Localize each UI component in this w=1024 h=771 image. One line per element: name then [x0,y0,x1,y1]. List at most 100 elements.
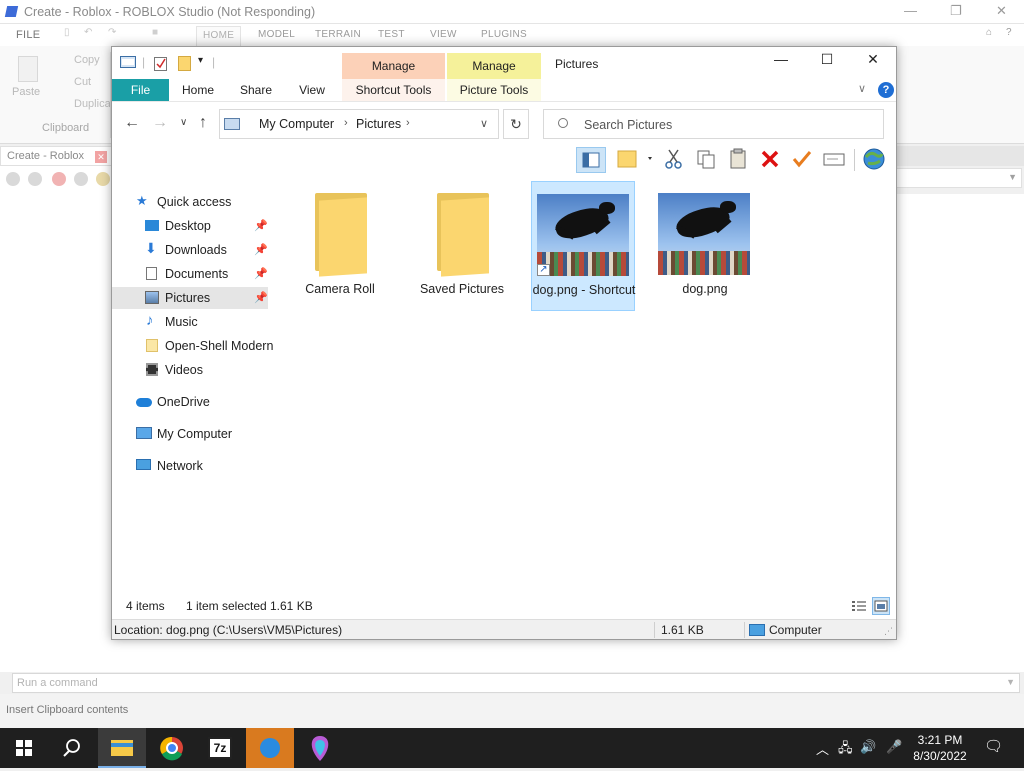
nav-music[interactable]: ♪ Music [112,311,268,333]
details-view-button[interactable] [850,597,868,615]
preview-pane-button[interactable] [576,147,606,173]
studio-right-combo[interactable]: ▼ [896,168,1022,188]
notifications-icon[interactable]: 🗨 [984,737,1003,755]
folder-saved-pictures[interactable]: Saved Pictures [410,181,514,311]
breadcrumb-my-computer[interactable]: My Computer [259,117,334,131]
command-input[interactable]: Run a command [17,677,98,689]
resize-grip-icon[interactable]: ⋰ [884,626,893,637]
breadcrumb-pictures[interactable]: Pictures [356,117,401,131]
pin-icon-2[interactable]: 📌 [254,243,268,256]
network-tray-icon[interactable]: 🖧 [838,739,853,761]
tab-shortcut-tools[interactable]: Shortcut Tools [342,79,445,101]
roblox-studio-taskbar-button[interactable] [246,728,294,768]
large-icons-view-button[interactable] [872,597,890,615]
manage-shortcut-header[interactable]: Manage [342,53,445,79]
menu-model[interactable]: MODEL [258,29,295,40]
back-circle-icon[interactable] [6,172,20,186]
copy-button[interactable] [692,147,722,173]
expand-ribbon-icon[interactable]: ∨ [858,82,866,95]
nav-pictures[interactable]: Pictures 📌 [112,287,268,309]
stop-circle-icon[interactable] [52,172,66,186]
nav-onedrive[interactable]: OneDrive [112,391,268,413]
paste-icon[interactable] [18,56,38,82]
tab-file[interactable]: File [112,79,169,101]
pin-icon[interactable]: 📌 [254,219,268,232]
recent-locations-icon[interactable]: ∨ [180,117,187,128]
network-button[interactable] [860,147,890,173]
nav-desktop[interactable]: Desktop 📌 [112,215,268,237]
explorer-app-icon[interactable] [120,56,136,70]
doc-tab-close-icon[interactable]: ✕ [95,151,107,163]
new-file-icon[interactable]: ▯ [64,27,70,38]
forward-circle-icon[interactable] [28,172,42,186]
command-bar[interactable]: Run a command ▼ [12,673,1020,693]
pin-icon-3[interactable]: 📌 [254,267,268,280]
file-dog-shortcut[interactable]: ↗ dog.png - Shortcut [531,181,635,311]
nav-open-shell[interactable]: Open-Shell Modern [112,335,273,357]
address-bar[interactable]: My Computer › Pictures › ∨ [219,109,499,139]
minimize-icon[interactable]: — [904,3,917,18]
menu-terrain[interactable]: TERRAIN [315,29,361,40]
breadcrumb-chevron-icon-2[interactable]: › [406,117,410,129]
view-menu-button[interactable] [614,147,652,173]
refresh-circle-icon[interactable] [74,172,88,186]
search-button[interactable] [48,728,96,768]
select-button[interactable] [788,147,818,173]
clock[interactable]: 3:21 PM 8/30/2022 [906,732,974,764]
doc-tab[interactable]: Create - Roblox ✕ [0,146,112,166]
search-input[interactable]: Search Pictures [584,118,672,132]
address-dropdown-icon[interactable]: ∨ [480,117,488,130]
properties-icon[interactable] [154,56,168,71]
pin-icon-4[interactable]: 📌 [254,291,268,304]
paste-button[interactable] [724,147,754,173]
paste-button[interactable]: Paste [12,86,40,98]
back-arrow-icon[interactable]: ← [124,114,140,132]
microphone-icon[interactable]: 🎤 [886,739,902,755]
collapse-ribbon-icon[interactable]: ⌂ [986,27,992,38]
new-folder-icon[interactable] [178,56,192,71]
cut-button[interactable]: Cut [74,76,91,88]
nav-my-computer[interactable]: My Computer [112,423,268,445]
refresh-button[interactable]: ↻ [503,109,529,139]
delete-button[interactable] [756,147,786,173]
customize-qat-icon[interactable]: ▾ [198,55,203,66]
nav-network[interactable]: Network [112,455,268,477]
redo-icon[interactable]: ↷ [108,27,117,38]
nav-downloads[interactable]: ⬇ Downloads 📌 [112,239,268,261]
forward-arrow-icon[interactable]: → [152,114,168,132]
manage-picture-header[interactable]: Manage [447,53,541,79]
tab-home[interactable]: Home [174,79,222,101]
close-button[interactable]: ✕ [850,51,896,75]
file-explorer-taskbar-button[interactable] [98,728,146,768]
copy-button[interactable]: Copy [74,54,100,66]
menu-view[interactable]: VIEW [430,29,457,40]
nav-videos[interactable]: Videos [112,359,268,381]
file-dog-png[interactable]: dog.png [653,181,757,311]
folder-camera-roll[interactable]: Camera Roll [288,181,392,311]
stop-icon[interactable]: ■ [152,27,158,38]
help-button[interactable]: ? [878,82,894,98]
menu-home[interactable]: HOME [196,26,242,46]
undo-icon[interactable]: ↶ [84,27,93,38]
tab-share[interactable]: Share [232,79,280,101]
close-icon[interactable]: ✕ [996,3,1007,19]
home-circle-icon[interactable] [96,172,110,186]
maximize-icon[interactable]: ❐ [950,3,962,19]
minimize-button[interactable]: — [758,51,804,75]
paint-taskbar-button[interactable] [296,728,344,768]
menu-file[interactable]: FILE [16,29,40,41]
cut-button[interactable] [660,147,690,173]
menu-plugins[interactable]: PLUGINS [481,29,527,40]
menu-test[interactable]: TEST [378,29,405,40]
seven-zip-taskbar-button[interactable]: 7z [196,728,244,768]
nav-documents[interactable]: Documents 📌 [112,263,268,285]
maximize-button[interactable]: ☐ [804,51,850,75]
rename-button[interactable] [820,147,850,173]
tab-picture-tools[interactable]: Picture Tools [447,79,541,101]
start-button[interactable] [0,728,48,768]
help-icon[interactable]: ? [1006,27,1012,38]
breadcrumb-chevron-icon[interactable]: › [344,117,348,129]
volume-icon[interactable]: 🔊 [860,739,876,755]
tab-view[interactable]: View [288,79,336,101]
up-arrow-icon[interactable]: ↑ [199,114,207,132]
